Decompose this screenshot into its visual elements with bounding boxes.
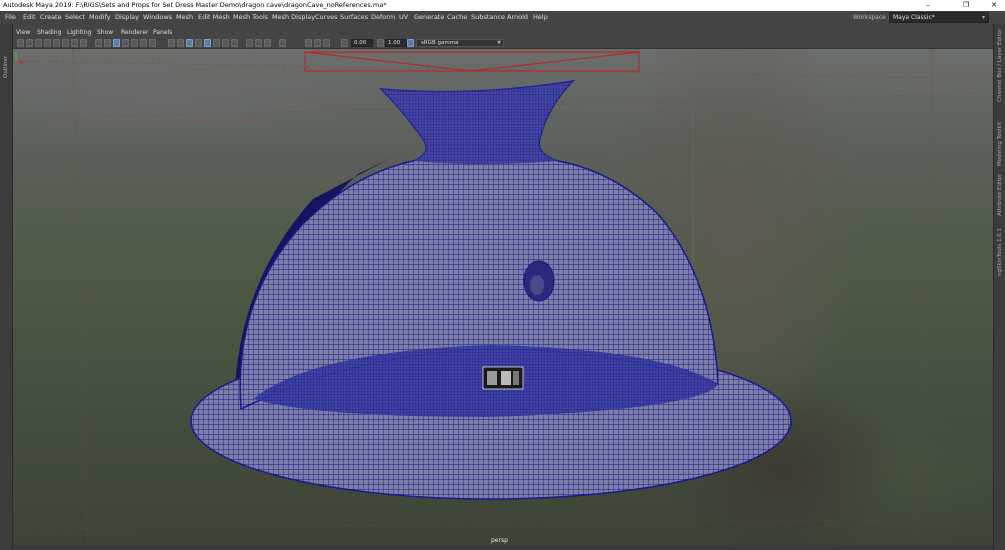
viewport-canvas[interactable] bbox=[13, 49, 993, 545]
attribute-editor-tab[interactable]: Attribute Editor bbox=[997, 174, 1003, 216]
menu-surfaces[interactable]: Surfaces bbox=[340, 13, 368, 21]
modeling-toolkit-tab[interactable]: Modeling Toolkit bbox=[997, 122, 1003, 166]
isolate-select-icon[interactable] bbox=[168, 39, 175, 47]
textured-icon[interactable] bbox=[122, 39, 129, 47]
panel-menu-view[interactable]: View bbox=[16, 29, 30, 36]
title-bar: Autodesk Maya 2019: F:\RIGS\Sets and Pro… bbox=[0, 0, 1005, 11]
outliner-tab[interactable]: Outliner bbox=[3, 56, 9, 78]
multisample-icon[interactable] bbox=[213, 39, 220, 47]
ngskintools-tab[interactable]: ngSkinTools 1.6.1 bbox=[997, 228, 1003, 276]
gate-mask-icon[interactable] bbox=[80, 39, 87, 47]
chevron-down-icon: ▼ bbox=[497, 40, 501, 46]
menu-modify[interactable]: Modify bbox=[89, 13, 111, 21]
wireframe-on-shaded-icon[interactable] bbox=[113, 39, 120, 47]
chevron-down-icon: ▾ bbox=[981, 14, 985, 21]
panel-menu-panels[interactable]: Panels bbox=[153, 29, 172, 36]
gamma-field[interactable]: 1.00 bbox=[385, 39, 407, 47]
right-side-strip: Channel Box / Layer Editor Modeling Tool… bbox=[993, 24, 1005, 550]
menu-help[interactable]: Help bbox=[533, 13, 548, 21]
motion-blur-icon[interactable] bbox=[231, 39, 238, 47]
gamma-reset-icon[interactable] bbox=[314, 39, 321, 47]
menu-deform[interactable]: Deform bbox=[371, 13, 395, 21]
menu-substance[interactable]: Substance bbox=[471, 13, 505, 21]
color-space-value: sRGB gamma bbox=[421, 40, 459, 46]
paint-icon[interactable] bbox=[264, 39, 271, 47]
menu-arnold[interactable]: Arnold bbox=[507, 13, 528, 21]
xray-active-icon[interactable] bbox=[195, 39, 202, 47]
camera-name-label: persp bbox=[491, 537, 508, 544]
maximize-button[interactable]: ❐ bbox=[955, 0, 977, 11]
backface-culling-icon[interactable] bbox=[204, 39, 211, 47]
camera-gate bbox=[304, 51, 640, 72]
wireframe-icon[interactable] bbox=[95, 39, 102, 47]
depth-of-field-icon[interactable] bbox=[246, 39, 253, 47]
menu-mesh[interactable]: Mesh bbox=[176, 13, 193, 21]
panel-menu-lighting[interactable]: Lighting bbox=[67, 29, 91, 36]
panel-menu-shading[interactable]: Shading bbox=[37, 29, 61, 36]
screen-space-ao-icon[interactable] bbox=[222, 39, 229, 47]
viewport-toolbar: 0.00 1.00 sRGB gamma ▼ bbox=[13, 38, 993, 49]
gamma-icon[interactable] bbox=[377, 39, 384, 47]
two-sided-lighting-icon[interactable] bbox=[279, 39, 286, 47]
menu-edit[interactable]: Edit bbox=[23, 13, 36, 21]
hud-icon[interactable] bbox=[255, 39, 262, 47]
left-side-strip: Outliner bbox=[0, 24, 13, 550]
panel-menu-renderer[interactable]: Renderer bbox=[121, 29, 148, 36]
camera-attributes-icon[interactable] bbox=[26, 39, 33, 47]
xray-joints-icon[interactable] bbox=[186, 39, 193, 47]
bottom-edge bbox=[13, 545, 993, 550]
menu-select[interactable]: Select bbox=[65, 13, 85, 21]
menu-file[interactable]: File bbox=[5, 13, 16, 21]
color-management-icon[interactable] bbox=[407, 39, 414, 47]
film-gate-icon[interactable] bbox=[62, 39, 69, 47]
menu-uv[interactable]: UV bbox=[399, 13, 408, 21]
axis-gizmo-icon bbox=[15, 52, 25, 63]
menu-edit-mesh[interactable]: Edit Mesh bbox=[198, 13, 230, 21]
panel-menubar: View Shading Lighting Show Renderer Pane… bbox=[13, 28, 993, 38]
exposure-slider-icon[interactable] bbox=[341, 39, 348, 47]
close-button[interactable]: ✕ bbox=[983, 0, 1005, 11]
panel-menu-show[interactable]: Show bbox=[97, 29, 113, 36]
menu-cache[interactable]: Cache bbox=[447, 13, 467, 21]
viewport-panel[interactable]: persp bbox=[13, 49, 993, 545]
color-space-dropdown[interactable]: sRGB gamma ▼ bbox=[416, 39, 504, 47]
smooth-shade-icon[interactable] bbox=[104, 39, 111, 47]
xray-icon[interactable] bbox=[177, 39, 184, 47]
menu-curves[interactable]: Curves bbox=[315, 13, 338, 21]
menu-generate[interactable]: Generate bbox=[414, 13, 444, 21]
grid-icon[interactable] bbox=[53, 39, 60, 47]
cave-mesh bbox=[190, 79, 792, 500]
menu-create[interactable]: Create bbox=[40, 13, 62, 21]
workspace-value: Maya Classic* bbox=[893, 14, 935, 21]
workspace-dropdown[interactable]: Maya Classic* ▾ bbox=[889, 12, 989, 23]
color-picker-icon[interactable] bbox=[323, 39, 330, 47]
channel-box-tab[interactable]: Channel Box / Layer Editor bbox=[997, 29, 1003, 102]
select-camera-icon[interactable] bbox=[17, 39, 24, 47]
prop-object bbox=[482, 366, 524, 390]
menu-mesh-tools[interactable]: Mesh Tools bbox=[233, 13, 268, 21]
menu-display[interactable]: Display bbox=[115, 13, 139, 21]
workspace-label: Workspace : bbox=[853, 14, 890, 21]
exposure-field[interactable]: 0.00 bbox=[351, 39, 373, 47]
resolution-gate-icon[interactable] bbox=[71, 39, 78, 47]
image-plane-icon[interactable] bbox=[44, 39, 51, 47]
exposure-icon[interactable] bbox=[305, 39, 312, 47]
lights-icon[interactable] bbox=[131, 39, 138, 47]
bookmark-icon[interactable] bbox=[35, 39, 42, 47]
window-title: Autodesk Maya 2019: F:\RIGS\Sets and Pro… bbox=[3, 1, 387, 9]
menu-mesh-display[interactable]: Mesh Display bbox=[272, 13, 315, 21]
main-menubar: File Edit Create Select Modify Display W… bbox=[0, 11, 1005, 24]
ambient-occlusion-icon[interactable] bbox=[149, 39, 156, 47]
menu-windows[interactable]: Windows bbox=[143, 13, 172, 21]
minimize-button[interactable]: – bbox=[917, 0, 939, 11]
shadows-icon[interactable] bbox=[140, 39, 147, 47]
